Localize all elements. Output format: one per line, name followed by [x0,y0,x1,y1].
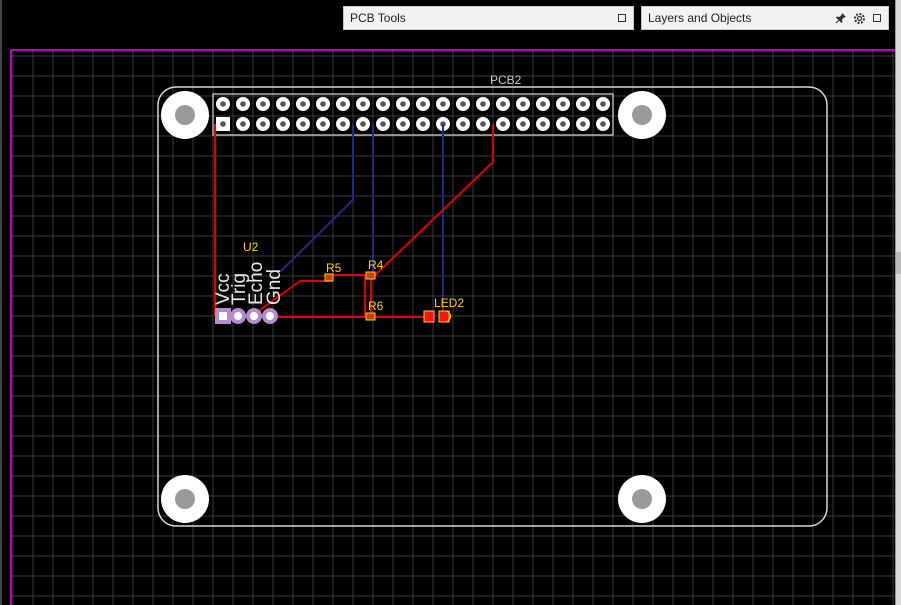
pin-label-gnd: Gnd [264,269,285,305]
layers-title: Layers and Objects [648,11,752,25]
header-pin-hole [340,101,346,107]
right-panel-handle[interactable] [896,252,901,274]
mounting-hole-bl[interactable] [161,475,209,523]
header-pin-hole [360,101,366,107]
header-pin-hole [480,101,486,107]
mounting-hole-tl[interactable] [161,91,209,139]
header-pin-hole [600,121,606,127]
header-pin-hole [280,121,286,127]
right-scrollbar[interactable] [895,0,901,605]
r6-pad[interactable] [365,312,376,321]
header-pin-hole [380,101,386,107]
header-pin-hole [240,101,246,107]
header-pin-hole [460,121,466,127]
restore-icon[interactable] [615,11,629,25]
header-pin-hole [520,101,526,107]
header-pin-hole [600,101,606,107]
header-pin-hole [400,101,406,107]
header-pin-hole [260,101,266,107]
header-pin-hole [540,121,546,127]
header-pin-hole [540,101,546,107]
gear-icon[interactable] [852,11,866,25]
r4-pad[interactable] [365,271,376,280]
r5-label: R5 [326,261,342,275]
header-pin-hole [360,121,366,127]
pcb-tools-panel[interactable]: PCB Tools [343,6,634,30]
header-pin-hole [460,101,466,107]
pcb-canvas[interactable]: PCB2 U2 Vcc Trig Echo Gnd R5 R4 R6 LED2 [0,0,901,605]
board-label: PCB2 [490,73,522,87]
mounting-hole-tr[interactable] [618,91,666,139]
r5-pad[interactable] [324,273,334,282]
header-pin-hole [420,101,426,107]
r6-label: R6 [368,299,384,313]
header-pin-hole [500,101,506,107]
header-pin-hole [260,121,266,127]
r4-label: R4 [368,258,384,272]
header-pin-hole [520,121,526,127]
header-pin-hole [220,101,226,107]
pcb-tools-title: PCB Tools [350,11,406,25]
pin-icon[interactable] [834,11,848,25]
layers-panel[interactable]: Layers and Objects [641,6,889,30]
mounting-hole-br[interactable] [618,475,666,523]
header-pin-hole [480,121,486,127]
header-pin-hole [220,121,226,127]
header-pin-hole [500,121,506,127]
header-pin-hole [300,121,306,127]
header-pin-hole [440,101,446,107]
header-pin-hole [340,121,346,127]
header-pin-hole [300,101,306,107]
header-pin-hole [320,101,326,107]
header-pin-hole [580,121,586,127]
left-edge [0,0,2,605]
header-pin-hole [560,101,566,107]
led-label: LED2 [434,296,464,310]
sensor-ref: U2 [243,240,259,254]
header-pin-hole [420,121,426,127]
header-pin-hole [240,121,246,127]
header-pin-hole [560,121,566,127]
header-pin-hole [400,121,406,127]
header-pin-hole [380,121,386,127]
header-pin-hole [320,121,326,127]
header-pin-hole [280,101,286,107]
header-pin-hole [580,101,586,107]
restore-icon[interactable] [870,11,884,25]
